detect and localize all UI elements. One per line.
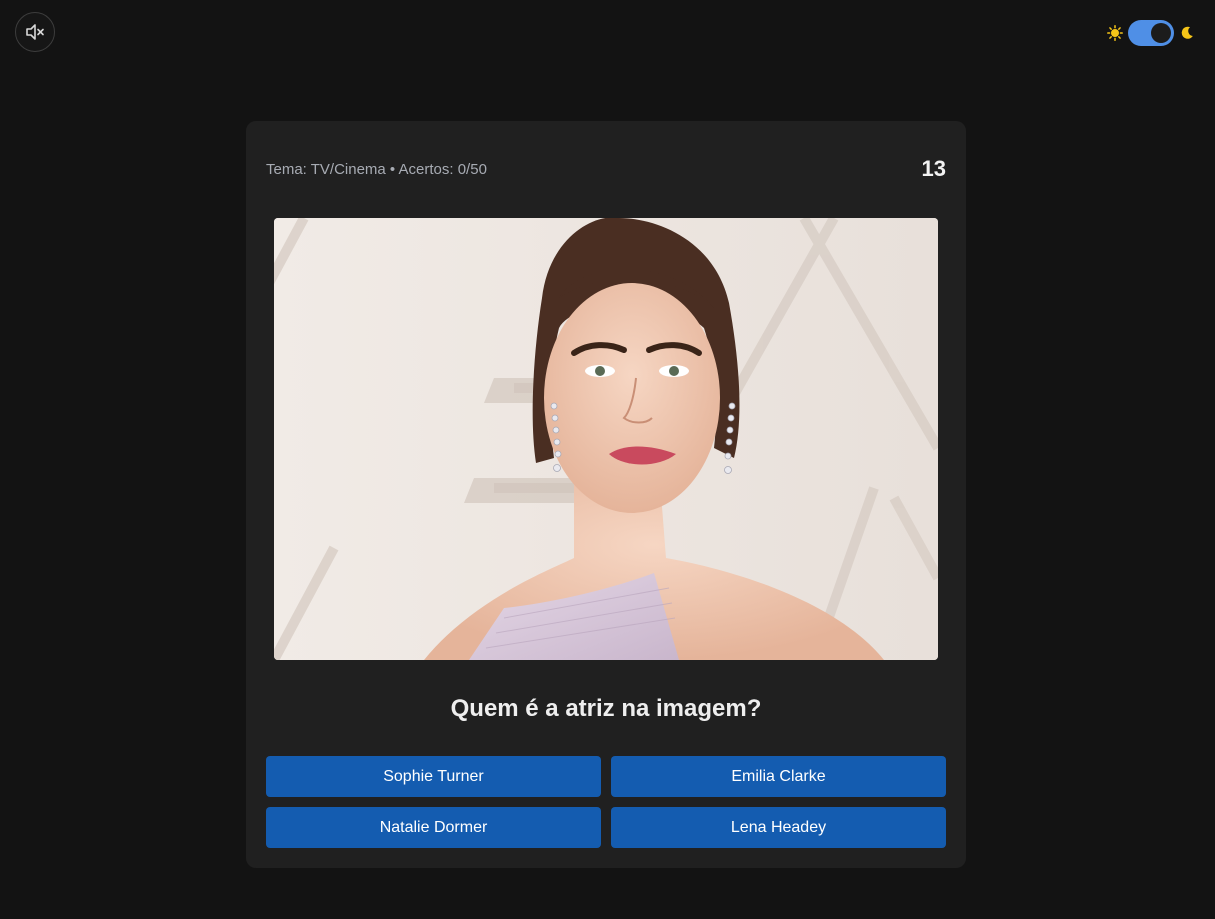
question-text: Quem é a atriz na imagem? bbox=[450, 695, 762, 722]
sun-icon bbox=[1107, 25, 1123, 41]
answer-button-natalie-dormer[interactable]: Natalie Dormer bbox=[266, 807, 601, 848]
mute-button[interactable] bbox=[15, 12, 55, 52]
answer-button-sophie-turner[interactable]: Sophie Turner bbox=[266, 756, 601, 797]
answer-button-lena-headey[interactable]: Lena Headey bbox=[611, 807, 946, 848]
answer-button-emilia-clarke[interactable]: Emilia Clarke bbox=[611, 756, 946, 797]
quiz-image bbox=[274, 218, 938, 660]
theme-toggle-group bbox=[1107, 20, 1195, 46]
timer-counter: 13 bbox=[921, 156, 946, 181]
quiz-card: Tema: TV/Cinema • Acertos: 0/50 13 Quem … bbox=[246, 121, 966, 868]
quiz-header: Tema: TV/Cinema • Acertos: 0/50 13 bbox=[266, 156, 946, 181]
quiz-meta: Tema: TV/Cinema • Acertos: 0/50 bbox=[266, 160, 487, 178]
moon-icon bbox=[1181, 26, 1193, 39]
speaker-muted-icon bbox=[26, 24, 44, 40]
theme-switch-knob bbox=[1151, 23, 1171, 43]
answer-options: Sophie Turner Emilia Clarke Natalie Dorm… bbox=[266, 756, 946, 848]
theme-switch[interactable] bbox=[1128, 20, 1174, 46]
